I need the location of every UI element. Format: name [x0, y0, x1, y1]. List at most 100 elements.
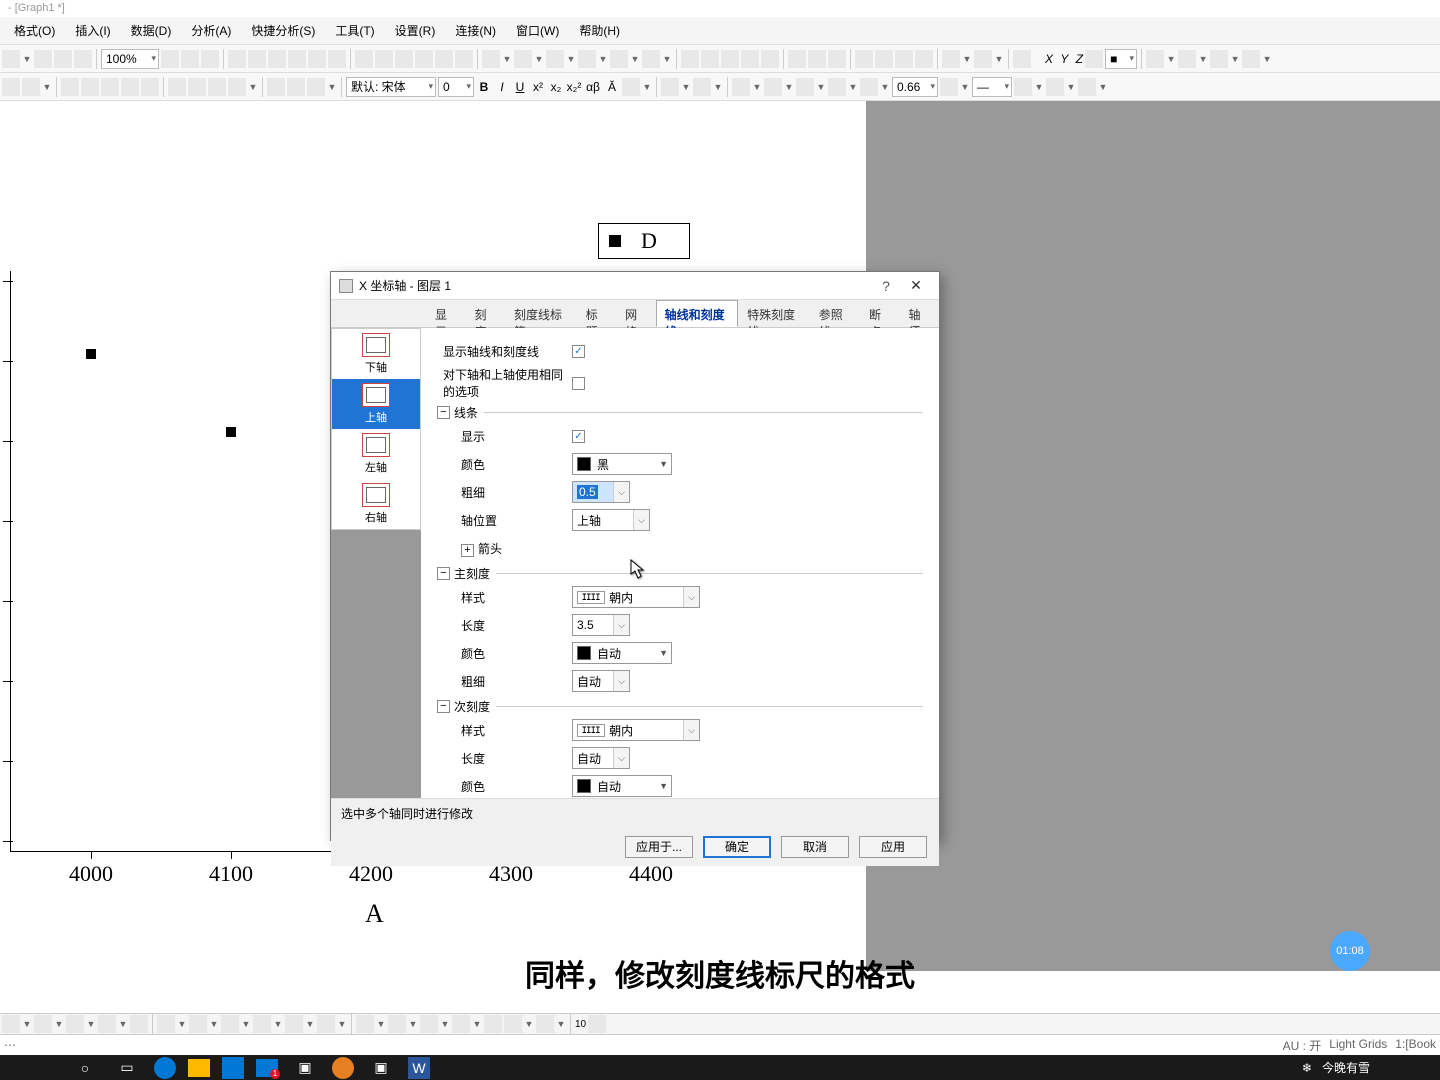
tb-icon[interactable]	[157, 1015, 175, 1033]
tb-icon[interactable]	[308, 50, 326, 68]
tb-icon[interactable]	[66, 1015, 84, 1033]
menu-quick[interactable]: 快捷分析(S)	[241, 19, 325, 42]
tb-icon[interactable]	[588, 1015, 606, 1033]
tb-icon[interactable]	[98, 1015, 116, 1033]
sub-button[interactable]: x₂	[548, 80, 564, 94]
tb-icon[interactable]	[1242, 50, 1260, 68]
search-icon[interactable]: ○	[70, 1057, 100, 1079]
tb-icon[interactable]	[285, 1015, 303, 1033]
tab-scale[interactable]: 刻度	[465, 300, 504, 327]
tb-icon[interactable]	[221, 1015, 239, 1033]
tb-icon[interactable]	[693, 78, 711, 96]
apply-to-button[interactable]: 应用于...	[625, 836, 693, 858]
app-icon[interactable]	[332, 1057, 354, 1079]
point-combo[interactable]: ■	[1105, 49, 1137, 69]
tb-icon[interactable]	[34, 50, 52, 68]
menu-connect[interactable]: 连接(N)	[445, 19, 506, 42]
tb-icon[interactable]	[1046, 78, 1064, 96]
tb-icon[interactable]	[2, 78, 20, 96]
tb-icon[interactable]	[940, 78, 958, 96]
chk-same-options[interactable]	[572, 377, 585, 390]
edge-icon[interactable]	[154, 1057, 176, 1079]
tb-icon[interactable]	[504, 1015, 522, 1033]
menu-tools[interactable]: 工具(T)	[325, 19, 384, 42]
tb-icon[interactable]	[141, 78, 159, 96]
tb-icon[interactable]	[808, 50, 826, 68]
tb-icon[interactable]	[355, 50, 373, 68]
tab-grid[interactable]: 网格	[616, 300, 655, 327]
tb-icon[interactable]	[101, 78, 119, 96]
tb-icon[interactable]	[189, 1015, 207, 1033]
tb-icon[interactable]	[788, 50, 806, 68]
word-icon[interactable]: W	[408, 1057, 430, 1079]
tb-icon[interactable]	[375, 50, 393, 68]
sup-button[interactable]: x²	[530, 80, 546, 94]
tb-icon[interactable]	[34, 1015, 52, 1033]
tb-icon[interactable]	[161, 50, 179, 68]
opacity-combo[interactable]: 0.66	[892, 77, 938, 97]
tb-icon[interactable]	[307, 78, 325, 96]
tb-icon[interactable]	[452, 1015, 470, 1033]
sel-axis-pos[interactable]: 上轴⌵	[572, 509, 650, 531]
tb-icon[interactable]	[356, 1015, 374, 1033]
tb-icon[interactable]	[578, 50, 596, 68]
legend[interactable]: D	[598, 223, 690, 259]
zoom-combo[interactable]: 100%	[101, 49, 159, 69]
sel-minor-length[interactable]: 自动⌵	[572, 747, 630, 769]
chk-show[interactable]: ✓	[572, 430, 585, 443]
cancel-button[interactable]: 取消	[781, 836, 849, 858]
tab-title[interactable]: 标题	[577, 300, 616, 327]
tb-icon[interactable]	[622, 78, 640, 96]
tb-icon[interactable]	[942, 50, 960, 68]
tb-icon[interactable]	[546, 50, 564, 68]
tb-icon[interactable]	[895, 50, 913, 68]
taskview-icon[interactable]: ▭	[112, 1057, 142, 1079]
tb-icon[interactable]	[1210, 50, 1228, 68]
tb-icon[interactable]	[435, 50, 453, 68]
tb-icon[interactable]	[828, 78, 846, 96]
tab-breaks[interactable]: 断点	[860, 300, 899, 327]
tb-icon[interactable]	[1085, 50, 1103, 68]
tb-icon[interactable]	[121, 78, 139, 96]
tb-icon[interactable]	[915, 50, 933, 68]
sel-minor-style[interactable]: ⵊⵊⵊⵊ朝内⌵	[572, 719, 700, 741]
tb-icon[interactable]	[661, 78, 679, 96]
bold-button[interactable]: B	[476, 80, 492, 94]
toggle-major[interactable]: −	[437, 567, 450, 580]
dialog-titlebar[interactable]: X 坐标轴 - 图层 1 ? ✕	[331, 272, 939, 300]
sel-major-style[interactable]: ⵊⵊⵊⵊ朝内⌵	[572, 586, 700, 608]
explorer-icon[interactable]	[188, 1059, 210, 1077]
menu-insert[interactable]: 插入(I)	[65, 19, 120, 42]
menu-data[interactable]: 数据(D)	[121, 19, 182, 42]
help-button[interactable]: ?	[871, 278, 901, 294]
tb-icon[interactable]	[855, 50, 873, 68]
subsup-button[interactable]: x₂²	[566, 80, 582, 94]
ok-button[interactable]: 确定	[703, 836, 771, 858]
tb-icon[interactable]	[610, 50, 628, 68]
tb-icon[interactable]	[268, 50, 286, 68]
weather-icon[interactable]: ❄	[1302, 1061, 1312, 1075]
tab-reflines[interactable]: 参照线	[810, 300, 860, 327]
tb-icon[interactable]	[1013, 50, 1031, 68]
tb-icon[interactable]	[2, 1015, 20, 1033]
tb-dd[interactable]: ▼	[22, 54, 32, 64]
tb-icon[interactable]	[828, 50, 846, 68]
tb-icon[interactable]	[741, 50, 759, 68]
tb-icon[interactable]	[482, 50, 500, 68]
italic-button[interactable]: I	[494, 80, 510, 94]
toggle-arrow[interactable]: +	[461, 544, 474, 557]
tb-icon[interactable]	[1146, 50, 1164, 68]
underline-button[interactable]: U	[512, 80, 528, 94]
menu-help[interactable]: 帮助(H)	[569, 19, 630, 42]
tb-icon[interactable]	[388, 1015, 406, 1033]
data-point[interactable]	[226, 427, 236, 437]
tab-special[interactable]: 特殊刻度线	[738, 300, 810, 327]
sel-major-length[interactable]: 3.5⌵	[572, 614, 630, 636]
tb-icon[interactable]	[267, 78, 285, 96]
tb-icon[interactable]	[860, 78, 878, 96]
sel-color[interactable]: 黑▼	[572, 453, 672, 475]
tb-icon[interactable]	[248, 50, 266, 68]
mail-icon[interactable]: 1	[256, 1059, 278, 1077]
tb-icon[interactable]	[168, 78, 186, 96]
tb-icon[interactable]	[1078, 78, 1096, 96]
